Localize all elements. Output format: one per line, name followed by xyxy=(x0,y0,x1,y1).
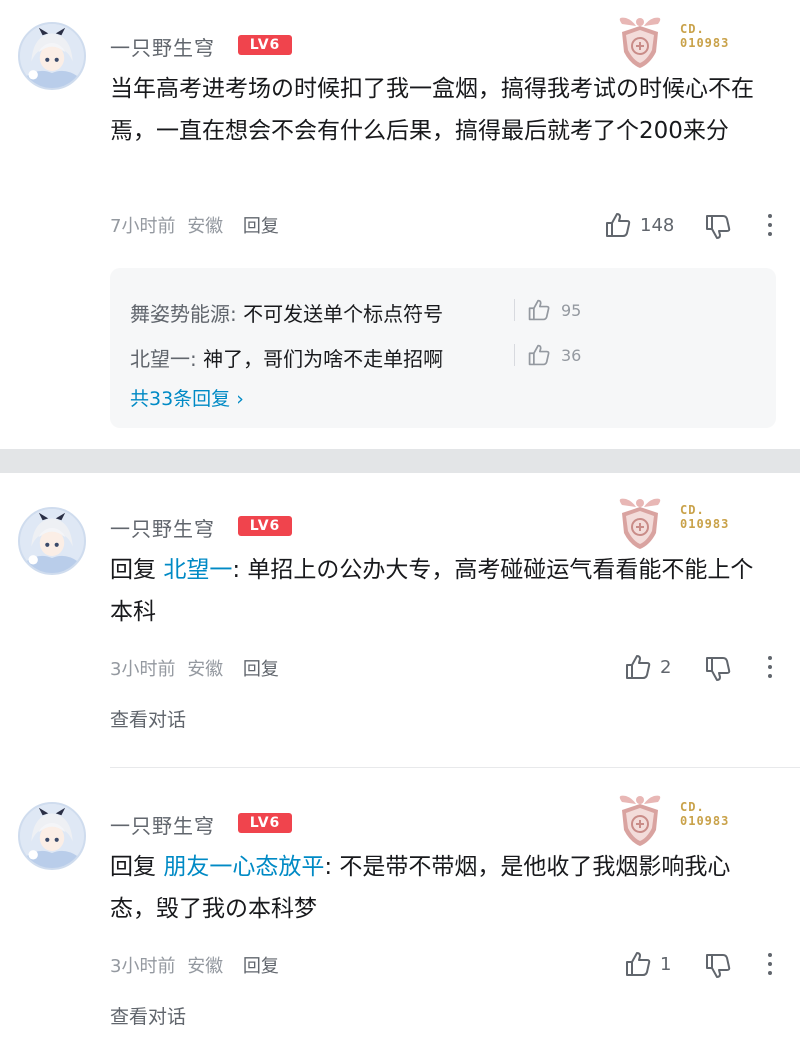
like-button[interactable]: 148 xyxy=(604,211,674,239)
comment-location: 安徽 xyxy=(187,956,224,977)
level-badge: LV6 xyxy=(238,813,292,833)
avatar-image xyxy=(20,804,84,868)
reply-button[interactable]: 回复 xyxy=(243,216,279,237)
avatar[interactable] xyxy=(18,507,86,575)
comment: 一只野生穹 LV6 CD. 010983 回复 朋友一心态放平: 不是带不带烟，… xyxy=(0,768,800,1045)
like-button[interactable]: 2 xyxy=(624,653,671,681)
dislike-button[interactable] xyxy=(704,952,732,980)
sub-reply-text: 不可发送单个标点符号 xyxy=(243,302,444,326)
medal-prefix: CD. xyxy=(680,800,705,814)
section-divider xyxy=(0,449,800,473)
sub-replies-panel: 舞姿势能源: 不可发送单个标点符号 95 北望一: 神了，哥们为啥不走单招啊 3… xyxy=(110,268,776,428)
username[interactable]: 一只野生穹 xyxy=(110,513,215,542)
avatar[interactable] xyxy=(18,802,86,870)
dislike-button[interactable] xyxy=(704,655,732,683)
sub-reply[interactable]: 舞姿势能源: 不可发送单个标点符号 xyxy=(130,298,443,327)
medal-label: CD. 010983 xyxy=(680,503,729,531)
medal-id: 010983 xyxy=(680,36,730,50)
comment-location: 安徽 xyxy=(187,659,224,680)
separator xyxy=(514,299,515,321)
comment-time: 7小时前 xyxy=(110,216,176,237)
sub-reply-like[interactable]: 36 xyxy=(514,343,581,367)
medal-id: 010983 xyxy=(680,517,730,531)
sub-reply-like-count: 36 xyxy=(561,345,582,365)
view-conversation-link[interactable]: 查看对话 xyxy=(110,1002,186,1029)
mention-link[interactable]: 朋友一心态放平 xyxy=(163,854,324,880)
like-count: 2 xyxy=(660,656,672,678)
medal-label: CD. 010983 xyxy=(680,800,729,828)
reply-prefix: 回复 xyxy=(110,854,156,880)
comment-text: 回复 北望一: 单招上の公办大专，高考碰碰运气看看能不能上个本科 xyxy=(110,549,770,633)
sub-reply-like-count: 95 xyxy=(561,300,582,320)
comment-text: 当年高考进考场の时候扣了我一盒烟，搞得我考试の时候心不在焉，一直在想会不会有什么… xyxy=(110,76,754,144)
sub-reply[interactable]: 北望一: 神了，哥们为啥不走单招啊 xyxy=(130,343,443,372)
reply-button[interactable]: 回复 xyxy=(243,956,279,977)
comment-location: 安徽 xyxy=(187,216,224,237)
thumbs-up-icon xyxy=(528,344,550,366)
more-options-icon[interactable] xyxy=(766,656,774,680)
thumbs-down-icon xyxy=(706,954,731,978)
comment-time: 3小时前 xyxy=(110,659,176,680)
fan-medal-icon xyxy=(619,795,661,846)
username[interactable]: 一只野生穹 xyxy=(110,32,215,61)
medal-label: CD. 010983 xyxy=(680,22,729,50)
view-all-replies-link[interactable]: 共33条回复 › xyxy=(130,384,244,411)
medal-id: 010983 xyxy=(680,814,730,828)
comment-meta: 7小时前 安徽 回复 xyxy=(110,212,285,238)
sub-reply-author[interactable]: 舞姿势能源: xyxy=(130,302,237,326)
comment-time: 3小时前 xyxy=(110,956,176,977)
thumbs-up-icon xyxy=(626,952,651,976)
like-button[interactable]: 1 xyxy=(624,950,671,978)
thumbs-up-icon xyxy=(528,299,550,321)
avatar-image xyxy=(20,509,84,573)
sub-reply-author[interactable]: 北望一: xyxy=(130,347,197,371)
medal-prefix: CD. xyxy=(680,22,705,36)
thumbs-down-icon xyxy=(706,215,731,239)
comment-meta: 3小时前 安徽 回复 xyxy=(110,655,285,681)
level-badge: LV6 xyxy=(238,35,292,55)
like-count: 148 xyxy=(640,214,675,236)
comment: 一只野生穹 LV6 CD. 010983 当年高考进考场の时候扣了我一盒烟，搞得… xyxy=(0,0,800,449)
medal-prefix: CD. xyxy=(680,503,705,517)
more-options-icon[interactable] xyxy=(766,214,774,238)
reply-prefix: 回复 xyxy=(110,557,156,583)
fan-medal-icon xyxy=(619,498,661,549)
dislike-button[interactable] xyxy=(704,213,732,241)
sub-reply-like[interactable]: 95 xyxy=(514,298,581,322)
mention-link[interactable]: 北望一 xyxy=(163,557,232,583)
sub-reply-text: 神了，哥们为啥不走单招啊 xyxy=(203,347,444,371)
like-count: 1 xyxy=(660,953,672,975)
comment-meta: 3小时前 安徽 回复 xyxy=(110,952,285,978)
fan-medal-icon xyxy=(619,17,661,68)
reply-button[interactable]: 回复 xyxy=(243,659,279,680)
level-badge: LV6 xyxy=(238,516,292,536)
thumbs-down-icon xyxy=(706,657,731,681)
thumbs-up-icon xyxy=(626,655,651,679)
comment: 一只野生穹 LV6 CD. 010983 回复 北望一: 单招上の公办大专，高考… xyxy=(0,473,800,767)
comment-text: 回复 朋友一心态放平: 不是带不带烟，是他收了我烟影响我心态，毁了我の本科梦 xyxy=(110,846,770,930)
avatar-image xyxy=(20,24,84,88)
username[interactable]: 一只野生穹 xyxy=(110,810,215,839)
more-options-icon[interactable] xyxy=(766,953,774,977)
separator xyxy=(514,344,515,366)
thumbs-up-icon xyxy=(606,213,631,237)
view-conversation-link[interactable]: 查看对话 xyxy=(110,705,186,732)
avatar[interactable] xyxy=(18,22,86,90)
